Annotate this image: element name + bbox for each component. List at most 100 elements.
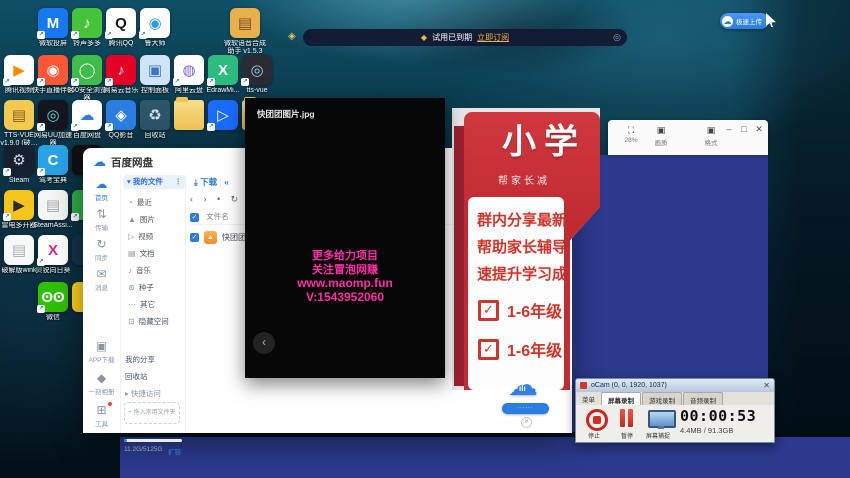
trial-notification-bar[interactable]: ◆ 试用已到期 立即订阅 ◎ (303, 29, 627, 46)
file-checkbox[interactable]: ✓ (190, 233, 199, 242)
image-viewer-titlebar: ⛶ 28% ▣ 画质 ▣ 格式 – □ ✕ (608, 120, 768, 155)
download-button[interactable]: ⤓ 下载 (194, 177, 217, 187)
my-shares-link[interactable]: 我的分享 (125, 354, 155, 365)
close-icon[interactable]: ✕ (521, 417, 532, 428)
desktop-icon-Steam[interactable]: ⚙↗Steam (4, 145, 34, 185)
tree-item-label: 种子 (139, 283, 154, 292)
desktop-icon-360安全浏览器[interactable]: ◯↗360安全浏览器 (72, 55, 102, 103)
rail-label: APP下载 (83, 354, 120, 364)
tree-item-icon: ⊛ (128, 283, 135, 292)
screen-capture-button[interactable] (648, 410, 676, 428)
tree-item-label: 图片 (140, 215, 155, 224)
tree-item-音乐[interactable]: ♪音乐 (128, 262, 184, 279)
desktop-icon-阿里云盘[interactable]: ◍↗阿里云盘 (174, 55, 204, 95)
desktop-icon-tts-vue[interactable]: ◎↗tts-vue (242, 55, 272, 95)
app-tile: ♻ (140, 100, 170, 130)
desktop-icon-回收站[interactable]: ♻回收站 (140, 100, 170, 140)
gear-icon[interactable]: ◎ (613, 32, 621, 43)
desktop-icon-网易云音乐[interactable]: ♪↗网易云音乐 (106, 55, 136, 95)
desktop-icon-鲁大师[interactable]: ◉↗鲁大师 (140, 8, 170, 48)
select-all-checkbox[interactable]: ✓ (190, 213, 199, 222)
tree-item-最近[interactable]: ◔最近 (128, 194, 184, 211)
close-icon[interactable]: ✕ (763, 381, 770, 390)
app-tile: ◉↗ (140, 8, 170, 38)
more-options-icon[interactable]: ⋮ (175, 175, 183, 189)
tree-item-图片[interactable]: ▲图片 (128, 211, 184, 228)
maximize-button[interactable]: □ (737, 124, 751, 134)
app-tile: ☁↗ (72, 100, 102, 130)
grade-range-text: 1-6年级 (507, 337, 562, 361)
shortcut-arrow-icon: ↗ (241, 78, 249, 86)
app-glyph-icon: ▤ (238, 16, 252, 31)
expand-storage-link[interactable]: 扩容 (168, 446, 181, 456)
desktop-icon-app[interactable] (174, 100, 204, 132)
ocam-titlebar[interactable]: oCam (0, 0, 1920, 1037) ✕ (576, 379, 774, 392)
promo-check-row: ✓ 1-6年级 (478, 298, 562, 322)
desktop-icon-快手直播伴侣[interactable]: ◉↗快手直播伴侣 (38, 55, 68, 95)
icon-label: 驾考宝典 (31, 177, 75, 185)
desktop-icon-TTS-VUE v1.9.0 (破…[interactable]: ▤TTS-VUE v1.9.0 (破… (4, 100, 34, 148)
pause-record-button[interactable] (620, 409, 634, 427)
desktop-icon-SteamAssi...[interactable]: ▤SteamAssi... (38, 190, 68, 230)
rail-label: 消息 (83, 282, 120, 292)
desktop-icon-EdrawMi...[interactable]: X↗EdrawMi... (208, 55, 238, 95)
subscribe-link[interactable]: 立即订阅 (477, 32, 509, 43)
minimize-button[interactable]: – (722, 124, 736, 134)
desktop-icon-破解版wink[interactable]: ▤破解版wink (4, 235, 34, 275)
quick-access-toggle[interactable]: ▸ 快捷访问 (125, 388, 161, 399)
share-button[interactable]: « (224, 177, 229, 187)
app-glyph-icon: ♪ (117, 63, 125, 78)
tree-item-文档[interactable]: ▤文档 (128, 245, 184, 262)
tree-item-其它[interactable]: ⋯其它 (128, 296, 184, 313)
rail-item-消息[interactable]: ✉消息 (83, 268, 120, 292)
shortcut-arrow-icon: ↗ (173, 78, 181, 86)
tree-item-视频[interactable]: ▷视频 (128, 228, 184, 245)
shortcut-arrow-icon: ↗ (105, 78, 113, 86)
rail-item-首页[interactable]: ☁首页 (83, 178, 120, 202)
checkbox-icon: ✓ (478, 300, 499, 321)
tab-audio-record[interactable]: 音频录制 (683, 392, 723, 405)
netdisk-assistant[interactable]: ☁ ılı ······ ✕ (500, 372, 552, 430)
drop-folder-hint[interactable]: + 拖入常用文件夹 (124, 402, 180, 424)
zoom-level-control[interactable]: ⛶ 28% (616, 125, 646, 144)
rail-item-同步[interactable]: ↻同步 (83, 238, 120, 262)
desktop-icon-微软语音合成助手 v1.5.3[interactable]: ▤微软语音合成助手 v1.5.3 (230, 8, 260, 56)
desktop-icon-腾讯视频[interactable]: ▶↗腾讯视频 (4, 55, 34, 95)
desktop-icon-腾讯QQ[interactable]: Q↗腾讯QQ (106, 8, 136, 48)
rail-label: 工具 (83, 418, 120, 428)
tree-item-隐藏空间[interactable]: ⊡隐藏空间 (128, 313, 184, 330)
quality-control[interactable]: ▣ 画质 (646, 125, 676, 147)
desktop-icon-贝锐向日葵[interactable]: X↗贝锐向日葵 (38, 235, 68, 275)
previous-image-button[interactable]: ‹ (253, 332, 275, 354)
icon-label: 鲁大师 (133, 40, 177, 48)
rail-item-一刻相册[interactable]: ◆一刻相册 (83, 372, 120, 396)
desktop-icon-铃声多多[interactable]: ♪↗铃声多多 (72, 8, 102, 48)
rail-item-工具[interactable]: ⊞工具 (83, 404, 120, 428)
ocam-menu-button[interactable]: 菜单 (576, 392, 601, 405)
assistant-tooltip[interactable]: ······ (502, 403, 549, 414)
rail-item-传输[interactable]: ⇅传输 (83, 208, 120, 232)
stop-record-button[interactable] (586, 409, 608, 431)
desktop-icon-app[interactable]: ▷↗ (208, 100, 238, 132)
rail-item-APP下载[interactable]: ▣APP下载 (83, 340, 120, 364)
desktop-icon-微软投屏[interactable]: M↗微软投屏 (38, 8, 68, 48)
desktop-icon-微信[interactable]: ʘʘ↗微信 (38, 282, 68, 322)
tree-item-种子[interactable]: ⊛ 种子 (128, 279, 184, 296)
nav-arrows[interactable]: ‹ › • ↻ (190, 194, 242, 205)
app-tile: ▣ (140, 55, 170, 85)
desktop-icon-QQ影音[interactable]: ◈↗QQ影音 (106, 100, 136, 140)
tab-screen-record[interactable]: 屏幕录制 (601, 392, 641, 405)
tab-game-record[interactable]: 游戏录制 (642, 392, 682, 405)
format-label: 格式 (696, 137, 726, 147)
my-files-header[interactable]: ▾ 我的文件 ⋮ (123, 175, 185, 189)
desktop-icon-网易UU加速器[interactable]: ◎↗网易UU加速器 (38, 100, 68, 148)
desktop-icon-驾考宝典[interactable]: C↗驾考宝典 (38, 145, 68, 185)
desktop-icon-雷电多开器[interactable]: ▶↗雷电多开器 (4, 190, 34, 230)
image-file-icon: ▲ (204, 231, 217, 244)
app-glyph-icon: ▤ (46, 198, 60, 213)
close-button[interactable]: ✕ (752, 124, 766, 135)
speed-upload-button[interactable]: ☁ 极速上传 (720, 13, 769, 29)
desktop-icon-百度网盘[interactable]: ☁↗百度网盘 (72, 100, 102, 140)
desktop-icon-控制面板[interactable]: ▣控制面板 (140, 55, 170, 95)
recycle-bin-link[interactable]: 回收站 (125, 371, 148, 382)
